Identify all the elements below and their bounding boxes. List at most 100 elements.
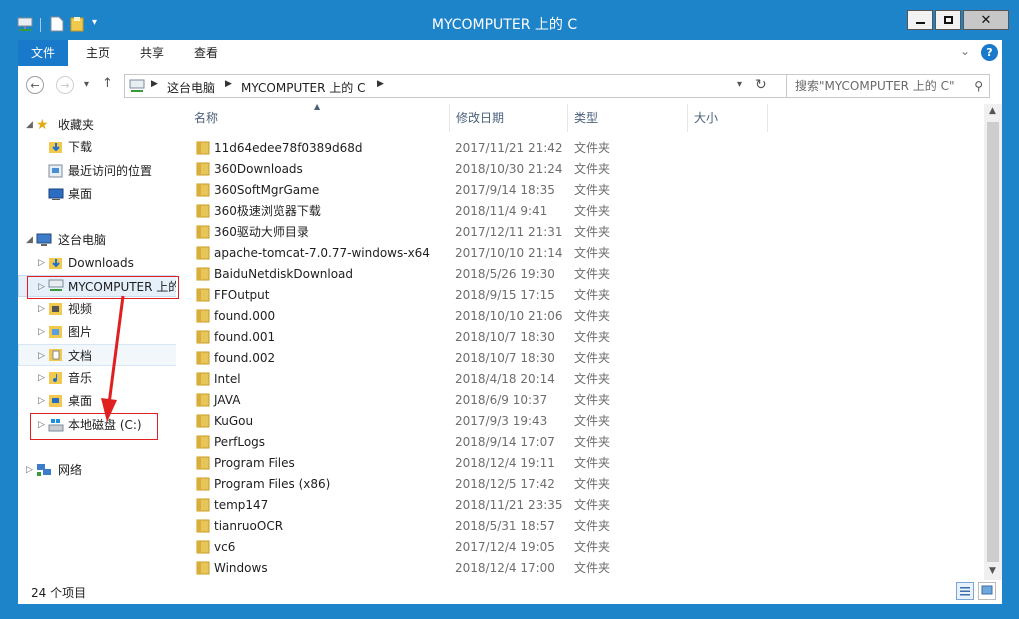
collapsed-arrow-icon[interactable]: ▷ [38,298,45,320]
vertical-scrollbar[interactable]: ▲ ▼ [984,104,1002,580]
file-date: 2018/12/5 17:42 [455,477,555,491]
forward-button[interactable]: → [56,76,74,94]
nav-fav-recent[interactable]: 最近访问的位置 [18,160,178,182]
tab-home[interactable]: 主页 [76,40,120,66]
large-icons-view-button[interactable] [978,582,996,600]
file-row[interactable]: PerfLogs 2018/9/14 17:07 文件夹 [176,432,984,453]
column-header-type[interactable]: 类型 [568,104,688,132]
file-row[interactable]: found.001 2018/10/7 18:30 文件夹 [176,327,984,348]
video-folder-icon [49,303,62,315]
expand-ribbon-icon[interactable]: ⌄ [960,44,970,58]
expanded-arrow-icon[interactable]: ◢ [26,114,33,136]
file-row[interactable]: tianruoOCR 2018/5/31 18:57 文件夹 [176,516,984,537]
nav-pc-videos[interactable]: ▷ 视频 [18,298,178,320]
nav-pc-desktop[interactable]: ▷ 桌面 [18,390,178,412]
nav-thispc[interactable]: ◢ 这台电脑 [18,229,178,251]
maximize-button[interactable] [935,10,961,30]
file-row[interactable]: Windows 2018/12/4 17:00 文件夹 [176,558,984,579]
download-folder-icon [49,258,62,269]
folder-icon [196,204,210,218]
minimize-button[interactable] [907,10,933,30]
file-date: 2017/9/3 19:43 [455,414,548,428]
recent-places-icon [48,164,63,178]
address-bar[interactable]: ▶ 这台电脑 ▶ MYCOMPUTER 上的 C ▶ ▾ ↻ [124,74,794,98]
search-input[interactable]: 搜索"MYCOMPUTER 上的 C" ⚲ [786,74,990,98]
file-type: 文件夹 [574,372,611,386]
file-type: 文件夹 [574,498,611,512]
column-header-date[interactable]: 修改日期 [450,104,568,132]
breadcrumb-chevron-icon[interactable]: ▶ [225,79,232,89]
file-name: vc6 [214,540,236,554]
nav-fav-desktop[interactable]: 桌面 [18,183,178,205]
scrollbar-thumb[interactable] [987,122,999,562]
collapsed-arrow-icon[interactable]: ▷ [38,345,45,367]
file-row[interactable]: Program Files (x86) 2018/12/5 17:42 文件夹 [176,474,984,495]
folder-icon [196,498,210,512]
collapsed-arrow-icon[interactable]: ▷ [38,367,45,389]
nav-fav-downloads[interactable]: 下载 [18,136,178,158]
column-header-name[interactable]: 名称 [176,104,450,132]
file-row[interactable]: temp147 2018/11/21 23:35 文件夹 [176,495,984,516]
file-row[interactable]: FFOutput 2018/9/15 17:15 文件夹 [176,285,984,306]
file-row[interactable]: found.002 2018/10/7 18:30 文件夹 [176,348,984,369]
refresh-icon[interactable]: ↻ [755,77,767,93]
column-header-size[interactable]: 大小 [688,104,768,132]
file-row[interactable]: 360极速浏览器下载 2018/11/4 9:41 文件夹 [176,201,984,222]
scroll-down-icon[interactable]: ▼ [989,566,996,576]
folder-icon [196,561,210,575]
nav-pc-pictures[interactable]: ▷ 图片 [18,321,178,343]
file-row[interactable]: found.000 2018/10/10 21:06 文件夹 [176,306,984,327]
back-button[interactable]: ← [26,76,44,94]
collapsed-arrow-icon[interactable]: ▷ [38,390,45,412]
collapsed-arrow-icon[interactable]: ▷ [38,321,45,343]
nav-favorites[interactable]: ◢ ★ 收藏夹 [18,114,178,136]
file-row[interactable]: 11d64edee78f0389d68d 2017/11/21 21:42 文件夹 [176,138,984,159]
folder-icon [196,288,210,302]
nav-network[interactable]: ▷ 网络 [18,459,178,481]
tab-view[interactable]: 查看 [184,40,228,66]
recent-locations-dropdown[interactable]: ▾ [84,79,89,90]
file-row[interactable]: Program Files 2018/12/4 19:11 文件夹 [176,453,984,474]
breadcrumb-chevron-icon[interactable]: ▶ [151,79,158,89]
folder-icon [196,414,210,428]
details-view-button[interactable] [956,582,974,600]
up-button[interactable]: ↑ [102,76,113,91]
file-row[interactable]: Intel 2018/4/18 20:14 文件夹 [176,369,984,390]
file-list: ▲ 名称 修改日期 类型 大小 11d64edee78f0389d68d 2017… [176,102,984,580]
nav-pc-downloads[interactable]: ▷ Downloads [18,252,178,274]
file-row[interactable]: KuGou 2017/9/3 19:43 文件夹 [176,411,984,432]
search-icon: ⚲ [974,79,983,93]
file-date: 2018/10/7 18:30 [455,351,555,365]
expanded-arrow-icon[interactable]: ◢ [26,229,33,251]
collapsed-arrow-icon[interactable]: ▷ [26,459,33,481]
file-row[interactable]: apache-tomcat-7.0.77-windows-x64 2017/10/… [176,243,984,264]
file-row[interactable]: BaiduNetdiskDownload 2018/5/26 19:30 文件夹 [176,264,984,285]
address-dropdown-icon[interactable]: ▾ [737,79,742,90]
nav-pc-documents[interactable]: ▷ 文档 [18,344,178,366]
breadcrumb-chevron-icon[interactable]: ▶ [377,79,384,89]
file-type: 文件夹 [574,435,611,449]
file-row[interactable]: 360驱动大师目录 2017/12/11 21:31 文件夹 [176,222,984,243]
file-type: 文件夹 [574,162,611,176]
tab-share[interactable]: 共享 [130,40,174,66]
collapsed-arrow-icon[interactable]: ▷ [38,252,45,274]
file-type: 文件夹 [574,351,611,365]
file-row[interactable]: 360Downloads 2018/10/30 21:24 文件夹 [176,159,984,180]
file-row[interactable]: JAVA 2018/6/9 10:37 文件夹 [176,390,984,411]
file-row[interactable]: 360SoftMgrGame 2017/9/14 18:35 文件夹 [176,180,984,201]
breadcrumb-thispc[interactable]: 这台电脑 [167,79,215,96]
pictures-folder-icon [49,326,62,338]
nav-pc-music[interactable]: ▷ 音乐 [18,367,178,389]
help-icon[interactable]: ? [981,44,998,61]
scroll-up-icon[interactable]: ▲ [989,106,996,116]
file-date: 2018/5/26 19:30 [455,267,555,281]
window-title: MYCOMPUTER 上的 C [431,17,578,33]
title-bar: ▾ MYCOMPUTER 上的 C ✕ [0,0,1019,40]
tab-file[interactable]: 文件 [18,40,68,66]
file-type: 文件夹 [574,540,611,554]
close-button[interactable]: ✕ [963,10,1009,30]
file-row[interactable]: vc6 2017/12/4 19:05 文件夹 [176,537,984,558]
nav-item-label: 下载 [68,140,93,154]
breadcrumb-current[interactable]: MYCOMPUTER 上的 C [241,79,365,96]
item-count: 24 个项目 [31,586,87,600]
